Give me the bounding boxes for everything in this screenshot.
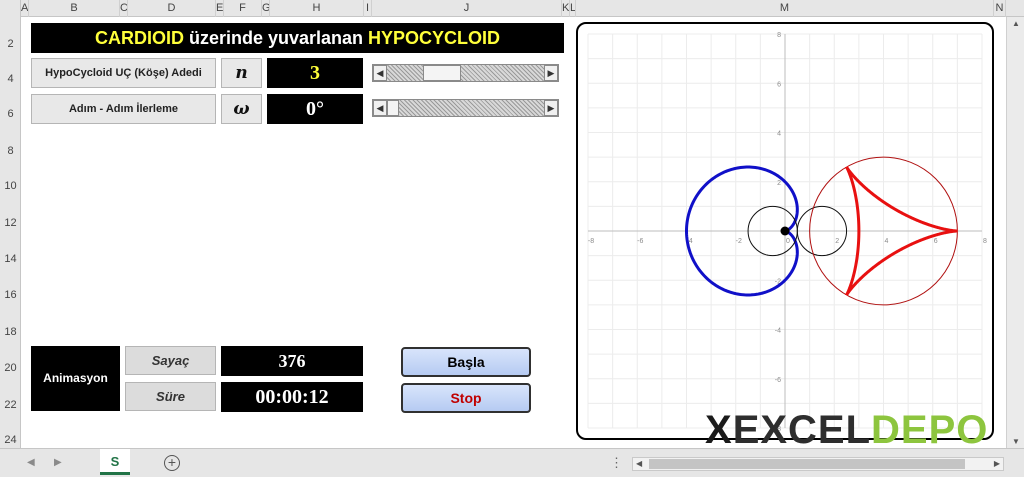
tangent-point [780,226,790,236]
title-middle: üzerinde yuvarlanan [183,28,369,48]
row-header[interactable]: 16 [0,289,21,301]
col-header-c[interactable]: C [120,0,128,17]
triangle-up-icon[interactable]: ▲ [1010,19,1022,28]
w-slider-thumb[interactable] [387,100,399,116]
triangle-left-icon[interactable]: ◀ [373,65,387,81]
row-header[interactable]: 20 [0,362,21,374]
column-header-bar: A B C D E F G H I J K L M N [0,0,1024,17]
w-symbol: ω [221,94,262,124]
time-label: Süre [125,382,216,411]
col-header-f[interactable]: F [224,0,262,17]
col-header-j[interactable]: J [372,0,562,17]
row-header[interactable]: 24 [0,434,21,446]
n-slider[interactable]: ◀ ▶ [372,64,559,82]
page-title: CARDIOID üzerinde yuvarlanan HYPOCYCLOID [31,23,564,53]
col-header-b[interactable]: B [29,0,120,17]
counter-label: Sayaç [125,346,216,375]
x-tick-label: 6 [934,238,938,245]
col-header-d[interactable]: D [128,0,216,17]
triangle-left-icon[interactable]: ◀ [636,458,642,470]
col-header-a[interactable]: A [21,0,29,17]
row-header[interactable]: 4 [0,73,21,85]
x-tick-label: -2 [736,238,742,245]
counter-value: 376 [221,346,363,376]
n-value: 3 [267,58,363,88]
y-tick-label: 8 [777,32,781,39]
n-slider-thumb[interactable] [422,65,461,81]
row-header[interactable]: 10 [0,180,21,192]
logo-excel: EXCEL [732,408,872,452]
n-symbol: n [221,58,262,88]
row-header[interactable]: 6 [0,108,21,120]
title-hypocycloid: HYPOCYCLOID [368,28,501,48]
row-header[interactable]: 2 [0,38,21,50]
horizontal-scrollbar[interactable]: ◀ ▶ [632,457,1004,471]
stop-button[interactable]: Stop [401,383,531,413]
col-header-h[interactable]: H [270,0,364,17]
col-header-e[interactable]: E [216,0,224,17]
time-value: 00:00:12 [221,382,363,412]
x-tick-label: -6 [637,238,643,245]
x-tick-label: 2 [835,238,839,245]
excel-window: A B C D E F G H I J K L M N 2 4 6 8 10 1… [0,0,1024,477]
y-tick-label: 4 [777,131,781,138]
n-label: HypoCycloid UÇ (Köşe) Adedi [31,58,216,88]
w-label: Adım - Adım İlerleme [31,94,216,124]
triangle-left-icon[interactable]: ◀ [27,457,35,468]
col-header-m[interactable]: M [576,0,994,17]
col-header-k[interactable]: K [562,0,570,17]
triangle-right-icon[interactable]: ▶ [544,100,558,116]
y-tick-label: -6 [775,377,781,384]
more-options-icon[interactable]: ⋮ [610,455,623,471]
x-tick-label: 0 [786,238,790,245]
add-sheet-icon[interactable]: + [164,455,180,471]
title-cardioid: CARDIOID [94,28,184,48]
vertical-scrollbar[interactable]: ▲ ▼ [1006,17,1024,448]
triangle-right-icon[interactable]: ▶ [54,457,62,468]
row-header[interactable]: 18 [0,326,21,338]
y-tick-label: 6 [777,81,781,88]
chart-frame[interactable]: -8 -6 -4 -2 0 2 4 6 8 -8 -6 -4 -2 2 4 6 8 [576,22,994,440]
triangle-right-icon[interactable]: ▶ [544,65,558,81]
row-header[interactable]: 14 [0,253,21,265]
x-tick-label: -8 [588,238,594,245]
x-tick-label: 8 [983,238,987,245]
col-header-g[interactable]: G [262,0,270,17]
w-slider[interactable]: ◀ ▶ [372,99,559,117]
sheet-tab-s[interactable]: S [100,449,130,475]
triangle-left-icon[interactable]: ◀ [373,100,387,116]
logo-x: X [705,408,733,452]
select-all-corner[interactable] [0,0,21,17]
y-tick-label: 2 [777,180,781,187]
triangle-down-icon[interactable]: ▼ [1010,437,1022,446]
sheet-tab-bar: ◀ ▶ S + ⋮ ◀ ▶ [0,448,1024,477]
hypocycloid-chart: -8 -6 -4 -2 0 2 4 6 8-8-6-4-22468 [587,32,987,433]
row-header-bar: 2 4 6 8 10 12 14 16 18 20 22 24 [0,17,21,448]
row-header[interactable]: 8 [0,145,21,157]
row-header[interactable]: 22 [0,399,21,411]
y-tick-label: -4 [775,328,781,335]
logo-depo: DEPO [871,408,989,452]
row-header[interactable]: 12 [0,217,21,229]
x-tick-label: 4 [885,238,889,245]
col-header-i[interactable]: I [364,0,372,17]
w-value: 0° [267,94,363,124]
triangle-right-icon[interactable]: ▶ [994,458,1000,470]
start-button[interactable]: Başla [401,347,531,377]
col-header-n[interactable]: N [994,0,1006,17]
horizontal-scroll-thumb[interactable] [649,459,965,469]
animation-label: Animasyon [31,346,120,411]
